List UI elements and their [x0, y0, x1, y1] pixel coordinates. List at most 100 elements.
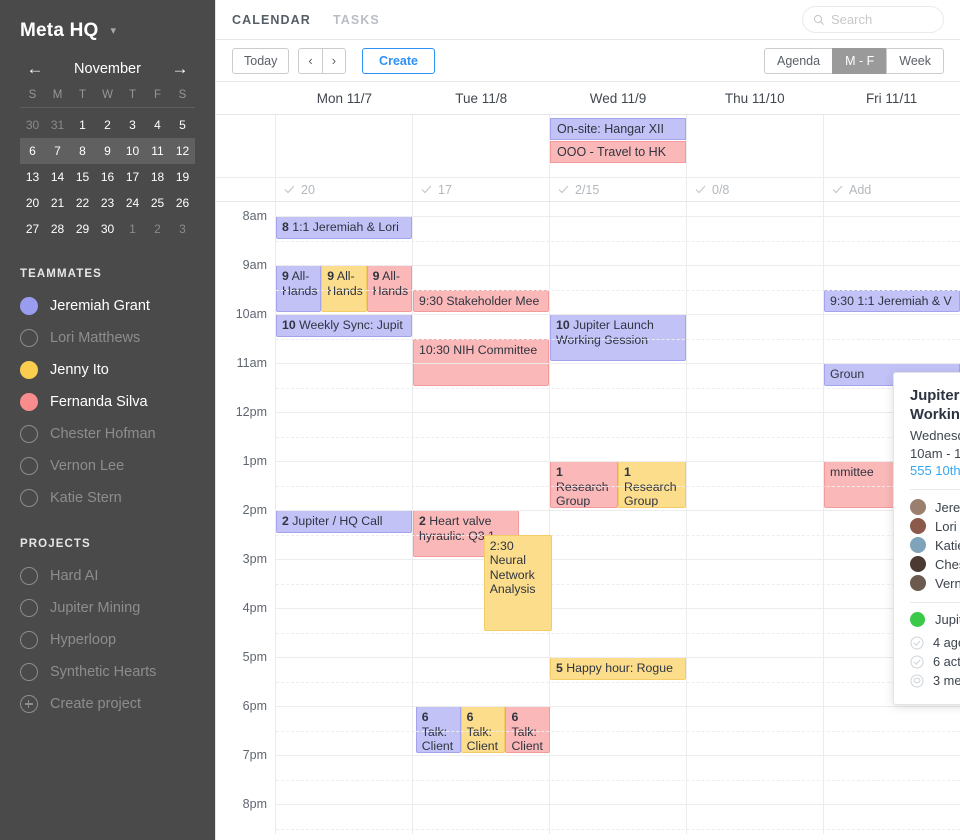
mini-calendar-day[interactable]: 3 — [120, 112, 145, 138]
view-button-m-f[interactable]: M - F — [832, 47, 887, 74]
mini-calendar-day[interactable]: 31 — [45, 112, 70, 138]
calendar-event[interactable]: 2 Jupiter / HQ Call — [276, 510, 412, 533]
mini-calendar-day[interactable]: 8 — [70, 138, 95, 164]
mini-calendar-day[interactable]: 18 — [145, 164, 170, 190]
mini-calendar-day[interactable]: 3 — [170, 216, 195, 242]
day-column-0[interactable]: 8 1:1 Jeremiah & Lori 9 All-Hands 9 All-Ha… — [276, 202, 413, 834]
mini-calendar-day[interactable]: 14 — [45, 164, 70, 190]
search-input[interactable]: Search — [802, 6, 944, 33]
day-column-3[interactable] — [687, 202, 824, 834]
popover-count-row-2[interactable]: 3 messages — [910, 673, 960, 688]
todo-column-0[interactable]: 20 — [276, 178, 413, 201]
view-button-week[interactable]: Week — [886, 47, 944, 74]
calendar-event[interactable]: 6 Talk: Client — [415, 706, 461, 753]
teammate-item-4[interactable]: Chester Hofman — [16, 418, 199, 450]
calendar-event[interactable]: 5 Happy hour: Rogue — [550, 657, 686, 680]
project-item-2[interactable]: Hyperloop — [16, 624, 199, 656]
calendar-event[interactable]: 9:30 Stakeholder Mee — [413, 289, 549, 312]
mini-calendar-day[interactable]: 24 — [120, 190, 145, 216]
mini-calendar-day[interactable]: 13 — [20, 164, 45, 190]
calendar-event[interactable]: 1 Research Group — [618, 461, 686, 508]
mini-calendar-day[interactable]: 12 — [170, 138, 195, 164]
mini-calendar-day[interactable]: 1 — [120, 216, 145, 242]
mini-calendar-day[interactable]: 23 — [95, 190, 120, 216]
calendar-event[interactable]: 8 1:1 Jeremiah & Lori — [276, 216, 412, 239]
popover-location-link[interactable]: 555 10th St — [910, 463, 960, 478]
attendee-row-1[interactable]: Lori Matthews — [910, 518, 960, 534]
mini-calendar-day[interactable]: 26 — [170, 190, 195, 216]
popover-count-row-1[interactable]: 6 action items — [910, 654, 960, 669]
mini-calendar-day[interactable]: 1 — [70, 112, 95, 138]
mini-calendar-day[interactable]: 9 — [95, 138, 120, 164]
arrow-right-icon[interactable]: → — [169, 60, 191, 77]
teammate-item-5[interactable]: Vernon Lee — [16, 450, 199, 482]
teammate-item-0[interactable]: Jeremiah Grant — [16, 290, 199, 322]
todo-column-2[interactable]: 2/15 — [550, 178, 687, 201]
teammate-color-dot[interactable] — [20, 329, 38, 347]
mini-calendar-day[interactable]: 20 — [20, 190, 45, 216]
todo-column-1[interactable]: 17 — [413, 178, 550, 201]
prev-week-button[interactable]: ‹ — [298, 47, 322, 74]
mini-calendar-day[interactable]: 27 — [20, 216, 45, 242]
calendar-event[interactable]: 9 All-Hands — [366, 265, 412, 312]
mini-calendar-day[interactable]: 10 — [120, 138, 145, 164]
day-column-1[interactable]: 9:30 Stakeholder Mee 10:30 NIH Committee 2… — [413, 202, 552, 834]
tab-tasks[interactable]: TASKS — [333, 13, 380, 27]
calendar-event[interactable]: 9 All-Hands — [276, 265, 322, 312]
mini-calendar-day[interactable]: 2 — [145, 216, 170, 242]
teammate-item-1[interactable]: Lori Matthews — [16, 322, 199, 354]
calendar-event[interactable]: 10 Jupiter Launch Working Session — [550, 314, 686, 361]
event-detail-popover[interactable]: ✕ Jupiter Launch Working Session Wednesd… — [893, 372, 960, 705]
mini-calendar-day[interactable]: 5 — [170, 112, 195, 138]
mini-calendar-day[interactable]: 21 — [45, 190, 70, 216]
all-day-event[interactable]: On-site: Hangar XII — [550, 118, 686, 140]
attendee-row-4[interactable]: Vernon Lee — [910, 575, 960, 591]
popover-count-row-0[interactable]: 4 agenda items — [910, 635, 960, 650]
mini-calendar-day[interactable]: 15 — [70, 164, 95, 190]
mini-calendar-day[interactable]: 4 — [145, 112, 170, 138]
day-column-2[interactable]: 10 Jupiter Launch Working Session 1 Resea… — [550, 202, 687, 834]
teammate-color-dot[interactable] — [20, 393, 38, 411]
calendar-event[interactable]: 1 Research Group — [550, 461, 618, 508]
teammate-color-dot[interactable] — [20, 297, 38, 315]
mini-calendar-day[interactable]: 29 — [70, 216, 95, 242]
mini-calendar-day[interactable]: 30 — [95, 216, 120, 242]
calendar-event[interactable]: 9 All-Hands — [321, 265, 367, 312]
project-item-4[interactable]: Create project — [16, 688, 199, 720]
mini-calendar-day[interactable]: 22 — [70, 190, 95, 216]
mini-calendar-day[interactable]: 30 — [20, 112, 45, 138]
teammate-color-dot[interactable] — [20, 457, 38, 475]
mini-calendar-day[interactable]: 16 — [95, 164, 120, 190]
tab-calendar[interactable]: CALENDAR — [232, 13, 311, 27]
calendar-event[interactable]: 2:30 Neural Network Analysis — [483, 534, 552, 631]
teammate-item-2[interactable]: Jenny Ito — [16, 354, 199, 386]
mini-calendar-day[interactable]: 25 — [145, 190, 170, 216]
mini-calendar-day[interactable]: 6 — [20, 138, 45, 164]
attendee-row-2[interactable]: Katie Stern — [910, 537, 960, 553]
teammate-color-dot[interactable] — [20, 361, 38, 379]
next-week-button[interactable]: › — [321, 47, 347, 74]
project-item-0[interactable]: Hard AI — [16, 560, 199, 592]
mini-calendar-day[interactable]: 2 — [95, 112, 120, 138]
teammate-item-3[interactable]: Fernanda Silva — [16, 386, 199, 418]
mini-calendar-day[interactable]: 19 — [170, 164, 195, 190]
calendar-event[interactable]: 10 Weekly Sync: Jupit — [276, 314, 412, 337]
teammate-item-6[interactable]: Katie Stern — [16, 482, 199, 514]
mini-calendar-day[interactable]: 17 — [120, 164, 145, 190]
project-item-3[interactable]: Synthetic Hearts — [16, 656, 199, 688]
mini-calendar-day[interactable]: 11 — [145, 138, 170, 164]
calendar-event[interactable]: 6 Talk: Client — [505, 706, 551, 753]
all-day-event[interactable]: OOO - Travel to HK — [550, 141, 686, 163]
mini-calendar-day[interactable]: 28 — [45, 216, 70, 242]
mini-calendar-day[interactable]: 7 — [45, 138, 70, 164]
create-button[interactable]: Create — [362, 47, 435, 74]
teammate-color-dot[interactable] — [20, 489, 38, 507]
arrow-left-icon[interactable]: ← — [24, 60, 46, 77]
calendar-event[interactable]: 9:30 1:1 Jeremiah & V — [824, 289, 960, 312]
todo-column-4[interactable]: Add — [824, 178, 960, 201]
today-button[interactable]: Today — [232, 47, 290, 74]
workspace-switcher[interactable]: Meta HQ ▾ — [16, 0, 199, 48]
calendar-event[interactable]: 6 Talk: Client — [460, 706, 506, 753]
teammate-color-dot[interactable] — [20, 425, 38, 443]
popover-project[interactable]: Jupiter Mining — [910, 612, 960, 627]
